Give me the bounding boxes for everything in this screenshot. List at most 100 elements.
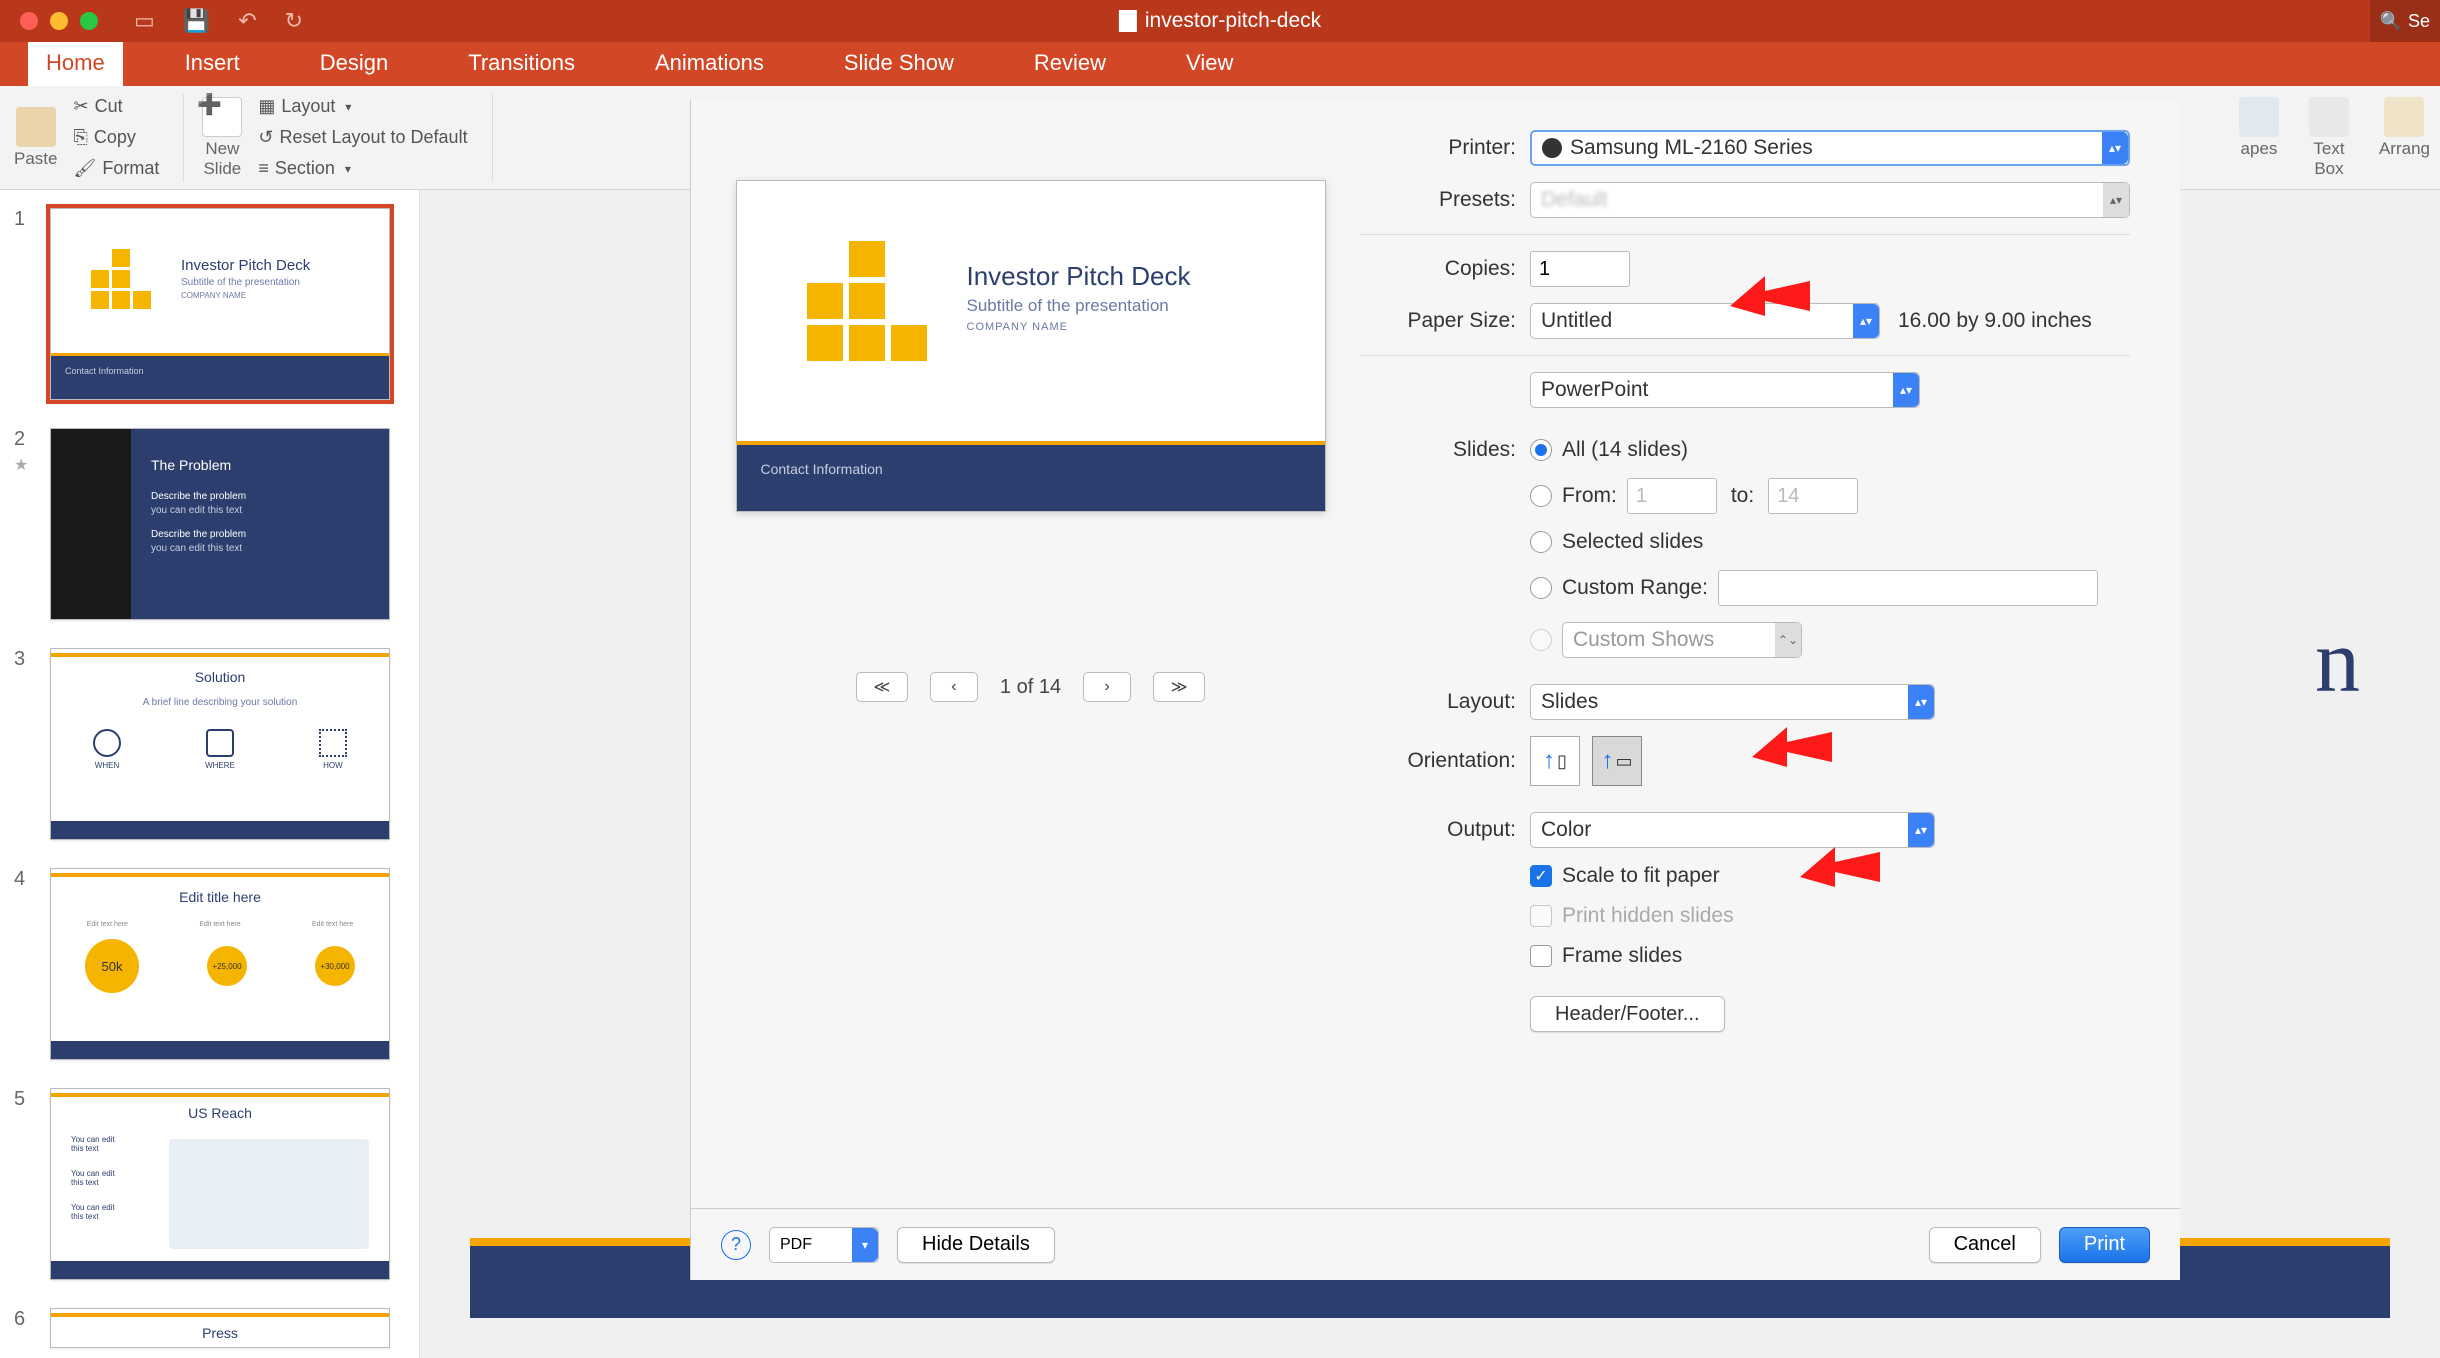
header-footer-button[interactable]: Header/Footer... xyxy=(1530,996,1725,1032)
radio-from-slides[interactable] xyxy=(1530,485,1552,507)
new-slide-label: New Slide xyxy=(203,139,241,179)
window-controls xyxy=(20,12,98,30)
from-label: From: xyxy=(1562,484,1617,508)
radio-custom-range[interactable] xyxy=(1530,577,1552,599)
output-label: Output: xyxy=(1360,818,1530,842)
close-button[interactable] xyxy=(20,12,38,30)
radio-all-slides[interactable] xyxy=(1530,439,1552,461)
radio-custom-shows xyxy=(1530,629,1552,651)
thumbnail-slide-4[interactable]: Edit title here Edit text hereEdit text … xyxy=(50,868,390,1060)
scissors-icon: ✂ xyxy=(73,96,88,117)
tab-insert[interactable]: Insert xyxy=(167,42,258,86)
layout-button[interactable]: ▦Layout▾ xyxy=(252,93,473,120)
thumbnail-slide-6[interactable]: Press xyxy=(50,1308,390,1348)
custom-range-input[interactable] xyxy=(1718,570,2098,606)
redo-icon[interactable]: ↻ xyxy=(285,8,303,34)
notebook-icon[interactable]: ▭ xyxy=(134,8,155,34)
prev-page-button[interactable]: ‹ xyxy=(930,672,978,702)
thumb-number: 5 xyxy=(14,1088,38,1280)
preview-slide: Investor Pitch Deck Subtitle of the pres… xyxy=(736,180,1326,512)
section-button[interactable]: ≡Section▾ xyxy=(252,155,473,182)
chevron-updown-icon: ▴▾ xyxy=(1908,813,1934,847)
hidden-slides-checkbox xyxy=(1530,905,1552,927)
paper-size-label: Paper Size: xyxy=(1360,309,1530,333)
chevron-down-icon: ▾ xyxy=(852,1228,878,1262)
copy-button[interactable]: ⎘Copy xyxy=(67,124,165,151)
print-preview: Investor Pitch Deck Subtitle of the pres… xyxy=(711,120,1350,1188)
to-label: to: xyxy=(1731,484,1754,508)
reset-layout-button[interactable]: ↺Reset Layout to Default xyxy=(252,124,473,151)
tab-review[interactable]: Review xyxy=(1016,42,1124,86)
slides-label: Slides: xyxy=(1360,438,1530,462)
new-slide-group[interactable]: ➕ New Slide xyxy=(202,97,242,179)
layout-select[interactable]: Slides ▴▾ xyxy=(1530,684,1935,720)
first-page-button[interactable]: ≪ xyxy=(856,672,908,702)
undo-icon[interactable]: ↶ xyxy=(238,8,256,34)
annotation-arrow xyxy=(1800,832,1880,897)
clipboard-icon[interactable] xyxy=(16,107,56,147)
frame-slides-checkbox[interactable] xyxy=(1530,945,1552,967)
from-input[interactable] xyxy=(1627,478,1717,514)
reset-icon: ↺ xyxy=(258,127,273,148)
tab-home[interactable]: Home xyxy=(28,42,123,86)
to-input[interactable] xyxy=(1768,478,1858,514)
search-box[interactable]: 🔍 Se xyxy=(2370,0,2440,42)
copies-input[interactable] xyxy=(1530,251,1630,287)
hide-details-button[interactable]: Hide Details xyxy=(897,1227,1055,1263)
tab-animations[interactable]: Animations xyxy=(637,42,782,86)
tab-view[interactable]: View xyxy=(1168,42,1251,86)
tab-transitions[interactable]: Transitions xyxy=(450,42,593,86)
shapes-icon xyxy=(2239,97,2279,137)
help-button[interactable]: ? xyxy=(721,1230,751,1260)
last-page-button[interactable]: ≫ xyxy=(1153,672,1205,702)
radio-selected-slides[interactable] xyxy=(1530,531,1552,553)
thumbnail-slide-1[interactable]: Investor Pitch Deck Subtitle of the pres… xyxy=(50,208,390,400)
shapes-button[interactable]: apes xyxy=(2239,97,2279,179)
tab-design[interactable]: Design xyxy=(302,42,406,86)
chevron-updown-icon: ▴▾ xyxy=(2103,183,2129,217)
thumbnail-slide-2[interactable]: The Problem Describe the problem you can… xyxy=(50,428,390,620)
printer-select[interactable]: Samsung ML-2160 Series ▴▾ xyxy=(1530,130,2130,166)
layout-option-label: Layout: xyxy=(1360,690,1530,714)
save-icon[interactable]: 💾 xyxy=(183,8,210,34)
tab-slideshow[interactable]: Slide Show xyxy=(826,42,972,86)
slide-thumbnails[interactable]: 1 Investor Pitch Deck Subtitle of the pr… xyxy=(0,190,420,1358)
dialog-footer: ? PDF ▾ Hide Details Cancel Print xyxy=(691,1208,2180,1280)
app-section-select[interactable]: PowerPoint ▴▾ xyxy=(1530,372,1920,408)
chevron-updown-icon: ⌃⌄ xyxy=(1775,623,1801,657)
map-icon xyxy=(169,1139,369,1249)
paper-size-select[interactable]: Untitled ▴▾ xyxy=(1530,303,1880,339)
preview-company: COMPANY NAME xyxy=(967,321,1068,333)
copy-icon: ⎘ xyxy=(73,127,87,148)
presets-select[interactable]: Default ▴▾ xyxy=(1530,182,2130,218)
next-page-button[interactable]: › xyxy=(1083,672,1131,702)
printer-label: Printer: xyxy=(1360,136,1530,160)
selected-slides-label: Selected slides xyxy=(1562,530,1703,554)
orientation-portrait-button[interactable]: ↑▯ xyxy=(1530,736,1580,786)
textbox-icon xyxy=(2309,97,2349,137)
annotation-arrow xyxy=(1730,261,1810,326)
orientation-landscape-button[interactable]: ↑▭ xyxy=(1592,736,1642,786)
scale-checkbox[interactable]: ✓ xyxy=(1530,865,1552,887)
print-button[interactable]: Print xyxy=(2059,1227,2150,1263)
print-form: Printer: Samsung ML-2160 Series ▴▾ Prese… xyxy=(1350,120,2160,1188)
hidden-slides-label: Print hidden slides xyxy=(1562,904,1734,928)
pdf-dropdown[interactable]: PDF ▾ xyxy=(769,1227,879,1263)
thumbnail-slide-5[interactable]: US Reach You can edit this text You can … xyxy=(50,1088,390,1280)
document-title: investor-pitch-deck xyxy=(1119,9,1321,33)
minimize-button[interactable] xyxy=(50,12,68,30)
format-button[interactable]: 🖌Format xyxy=(67,155,165,182)
thumbnail-slide-3[interactable]: Solution A brief line describing your so… xyxy=(50,648,390,840)
thumb-number: 1 xyxy=(14,208,38,231)
quick-access-toolbar: ▭ 💾 ↶ ↻ xyxy=(134,8,303,34)
arrange-button[interactable]: Arrang xyxy=(2379,97,2430,179)
textbox-button[interactable]: Text Box xyxy=(2309,97,2349,179)
chevron-down-icon: ▾ xyxy=(345,162,351,176)
arrange-icon xyxy=(2384,97,2424,137)
cut-button[interactable]: ✂Cut xyxy=(67,93,165,120)
maximize-button[interactable] xyxy=(80,12,98,30)
layout-icon: ▦ xyxy=(258,96,275,117)
window-titlebar: ▭ 💾 ↶ ↻ investor-pitch-deck 🔍 Se xyxy=(0,0,2440,42)
cancel-button[interactable]: Cancel xyxy=(1929,1227,2041,1263)
all-slides-label: All (14 slides) xyxy=(1562,438,1688,462)
